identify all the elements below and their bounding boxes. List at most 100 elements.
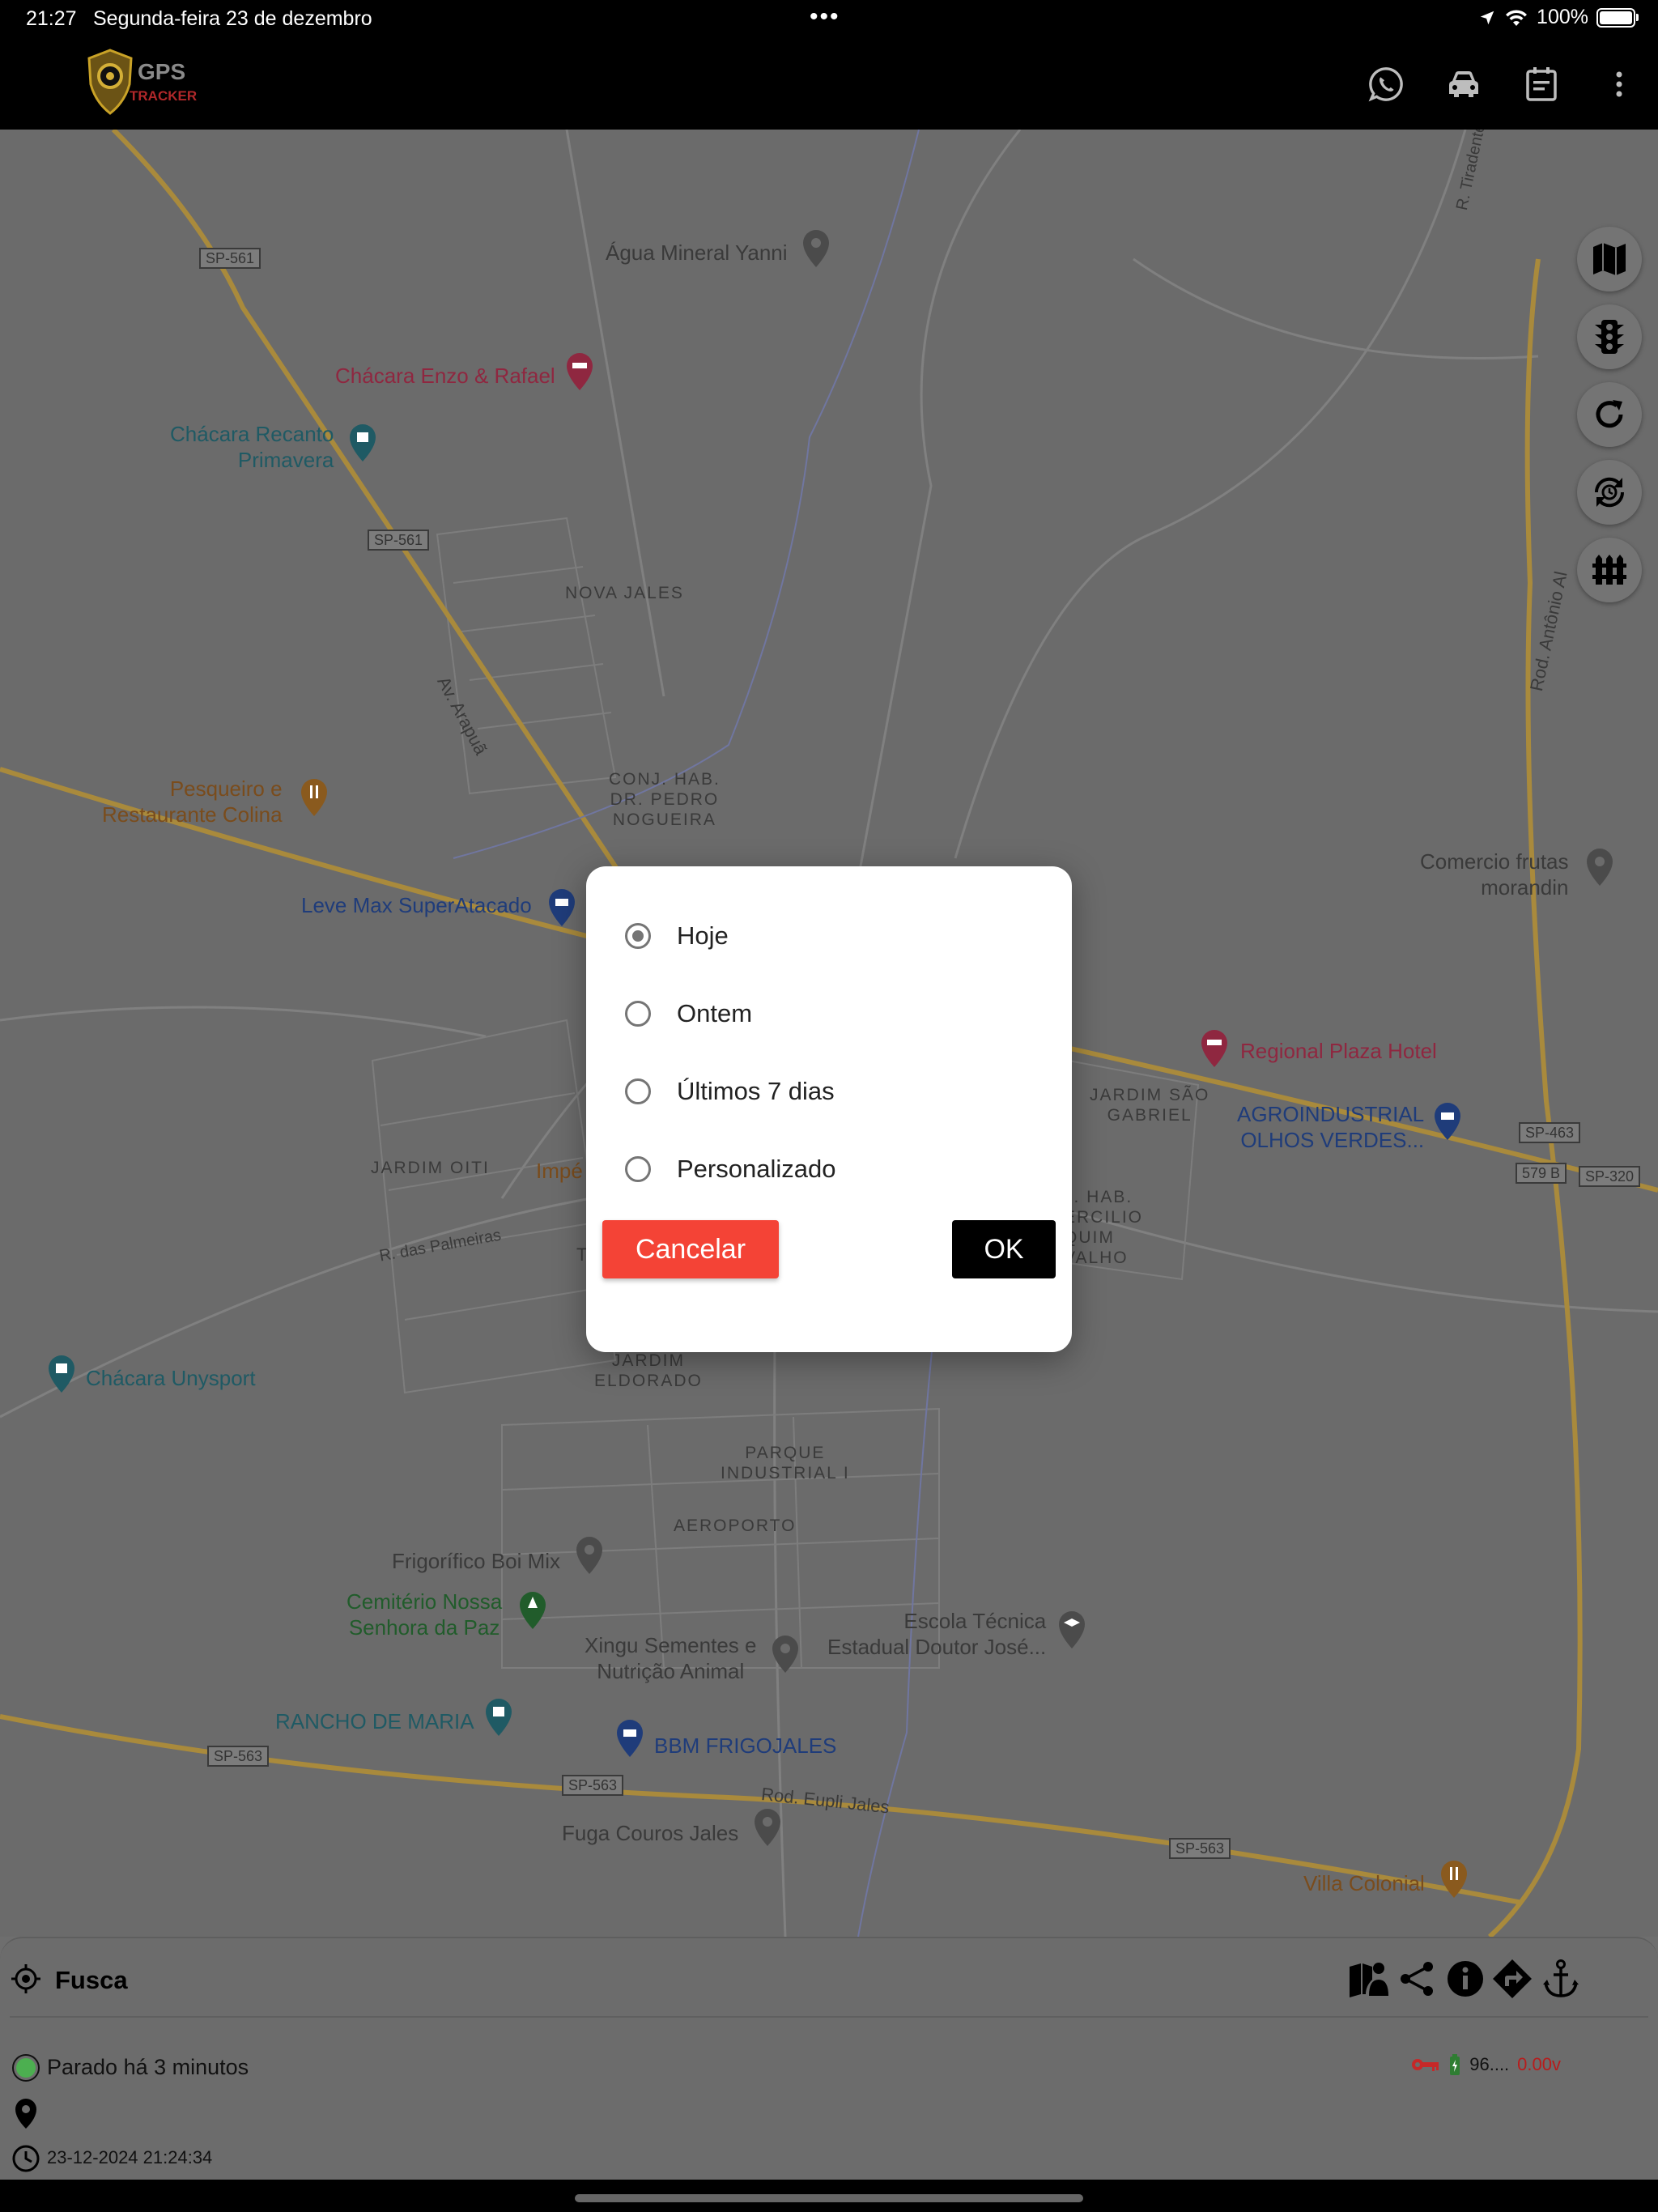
map-poi-label[interactable]: Chácara Enzo & Rafael: [335, 363, 555, 389]
battery-value: 96....: [1469, 2054, 1510, 2074]
map-poi-label[interactable]: Impé: [536, 1158, 583, 1184]
refresh-button[interactable]: [1577, 382, 1642, 447]
sync-time-icon: [1594, 477, 1625, 508]
vehicle-info-panel: Fusca Parado há 3 minutos 96.... 0.00v 2…: [0, 1937, 1658, 2181]
location-pin-icon: [15, 2099, 36, 2129]
street-view-button[interactable]: [1347, 1958, 1389, 2000]
map-poi-label[interactable]: BBM FRIGOJALES: [654, 1733, 836, 1759]
geofence-button[interactable]: [1577, 538, 1642, 602]
map-area-label: NOVA JALES: [565, 584, 684, 602]
auto-refresh-button[interactable]: [1577, 460, 1642, 525]
whatsapp-button[interactable]: [1363, 62, 1409, 107]
option-hoje[interactable]: Hoje: [625, 912, 729, 960]
road-shield: SP-561: [368, 530, 430, 551]
battery-icon: [1596, 7, 1639, 28]
map-poi-label[interactable]: AGROINDUSTRIAL OLHOS VERDES...: [1237, 1101, 1424, 1153]
map-poi-label[interactable]: Xingu Sementes e Nutrição Animal: [585, 1632, 756, 1684]
traffic-light-icon: [1595, 320, 1624, 354]
map-area-label: JARDIM ELDORADO: [594, 1351, 703, 1390]
status-dot-icon: [12, 2054, 40, 2082]
anchor-button[interactable]: [1540, 1958, 1582, 2000]
road-shield: SP-561: [199, 248, 261, 269]
status-time: 21:27: [26, 7, 77, 30]
option-ontem[interactable]: Ontem: [625, 989, 752, 1038]
poi-pin-icon[interactable]: [800, 228, 832, 269]
traffic-button[interactable]: [1577, 304, 1642, 369]
share-icon: [1401, 1962, 1433, 1996]
option-label: Hoje: [677, 921, 729, 950]
radio-selected-icon[interactable]: [625, 923, 651, 949]
period-dialog: Hoje Ontem Últimos 7 dias Personalizado …: [586, 866, 1072, 1352]
map-poi-label[interactable]: Leve Max SuperAtacado: [301, 892, 532, 918]
cancel-button[interactable]: Cancelar: [602, 1220, 779, 1278]
school-pin-icon[interactable]: [1056, 1610, 1088, 1650]
map-poi-label[interactable]: Regional Plaza Hotel: [1240, 1038, 1437, 1064]
more-vert-icon: [1616, 71, 1622, 97]
directions-icon: [1493, 1959, 1532, 1998]
home-area: [0, 2180, 1658, 2212]
hotel-pin-icon[interactable]: [563, 351, 596, 392]
map-poi-label[interactable]: Chácara Unysport: [86, 1365, 256, 1391]
gps-tracker-logo: GPS TRACKER: [87, 49, 197, 115]
refresh-icon: [1596, 400, 1623, 428]
option-personalizado[interactable]: Personalizado: [625, 1145, 835, 1193]
poi-pin-icon[interactable]: [769, 1634, 801, 1674]
info-icon: [1448, 1961, 1483, 1997]
status-date: Segunda-feira 23 de dezembro: [93, 7, 372, 30]
map-icon: [1593, 243, 1626, 275]
option-ultimos-7-dias[interactable]: Últimos 7 dias: [625, 1067, 835, 1116]
restaurant-pin-icon[interactable]: [1438, 1859, 1470, 1899]
road-shield: 579 B: [1516, 1163, 1567, 1184]
poi-pin-icon[interactable]: [573, 1535, 606, 1576]
whatsapp-icon: [1368, 67, 1403, 102]
map-poi-label[interactable]: Cemitério Nossa Senhora da Paz: [346, 1589, 502, 1640]
map-type-button[interactable]: [1577, 227, 1642, 291]
map-area-label: JARDIM SÃO GABRIEL: [1090, 1086, 1210, 1125]
share-button[interactable]: [1396, 1958, 1438, 2000]
cemetery-pin-icon[interactable]: [517, 1590, 549, 1631]
anchor-icon: [1543, 1959, 1579, 1997]
info-button[interactable]: [1444, 1958, 1486, 2000]
shopping-pin-icon[interactable]: [1431, 1101, 1464, 1142]
fence-icon: [1592, 555, 1626, 585]
map-area-label: CONJ. HAB. DR. PEDRO NOGUEIRA: [609, 770, 721, 829]
map-poi-label[interactable]: Comercio frutas morandin: [1420, 849, 1569, 900]
map-poi-label[interactable]: Escola Técnica Estadual Doutor José...: [827, 1608, 1046, 1660]
map-poi-label[interactable]: Pesqueiro e Restaurante Colina: [102, 776, 283, 827]
road-shield: SP-563: [207, 1746, 270, 1767]
person-pin-map-icon: [1350, 1963, 1388, 1997]
status-bar: 21:27 Segunda-feira 23 de dezembro ••• 1…: [0, 0, 1658, 37]
hotel-pin-icon[interactable]: [1198, 1028, 1231, 1069]
restaurant-pin-icon[interactable]: [298, 777, 330, 818]
poi-pin-icon[interactable]: [1584, 847, 1616, 887]
shopping-pin-icon[interactable]: [546, 887, 578, 928]
shopping-pin-icon[interactable]: [614, 1718, 646, 1759]
attraction-pin-icon[interactable]: [45, 1354, 78, 1394]
map-poi-label[interactable]: RANCHO DE MARIA: [275, 1708, 474, 1734]
attraction-pin-icon[interactable]: [483, 1697, 515, 1738]
ok-button[interactable]: OK: [952, 1220, 1056, 1278]
map-poi-label[interactable]: Água Mineral Yanni: [606, 240, 788, 266]
radio-icon[interactable]: [625, 1078, 651, 1104]
attraction-pin-icon[interactable]: [346, 423, 379, 463]
poi-pin-icon[interactable]: [751, 1807, 784, 1848]
map-poi-label[interactable]: Frigorífico Boi Mix: [392, 1548, 560, 1574]
my-location-icon[interactable]: [10, 1963, 42, 1995]
more-options-button[interactable]: [1596, 62, 1642, 107]
radio-icon[interactable]: [625, 1001, 651, 1027]
map-poi-label[interactable]: Villa Colonial: [1303, 1870, 1425, 1896]
map-poi-label[interactable]: Chácara Recanto Primavera: [170, 421, 334, 473]
map-area-label: PARQUE INDUSTRIAL I: [721, 1444, 850, 1482]
last-update-timestamp: 23-12-2024 21:24:34: [47, 2147, 213, 2167]
map-poi-label[interactable]: Fuga Couros Jales: [562, 1820, 738, 1846]
home-indicator[interactable]: [575, 2194, 1083, 2202]
map-area-label: JARDIM OITI: [371, 1159, 490, 1177]
radio-icon[interactable]: [625, 1156, 651, 1182]
multitask-dots[interactable]: •••: [810, 3, 840, 31]
car-button[interactable]: [1441, 62, 1486, 107]
calendar-button[interactable]: [1519, 62, 1564, 107]
map-area-label: AEROPORTO: [674, 1516, 797, 1535]
road-shield: SP-463: [1519, 1122, 1581, 1143]
directions-button[interactable]: [1491, 1958, 1533, 2000]
svg-text:TRACKER: TRACKER: [130, 88, 197, 104]
